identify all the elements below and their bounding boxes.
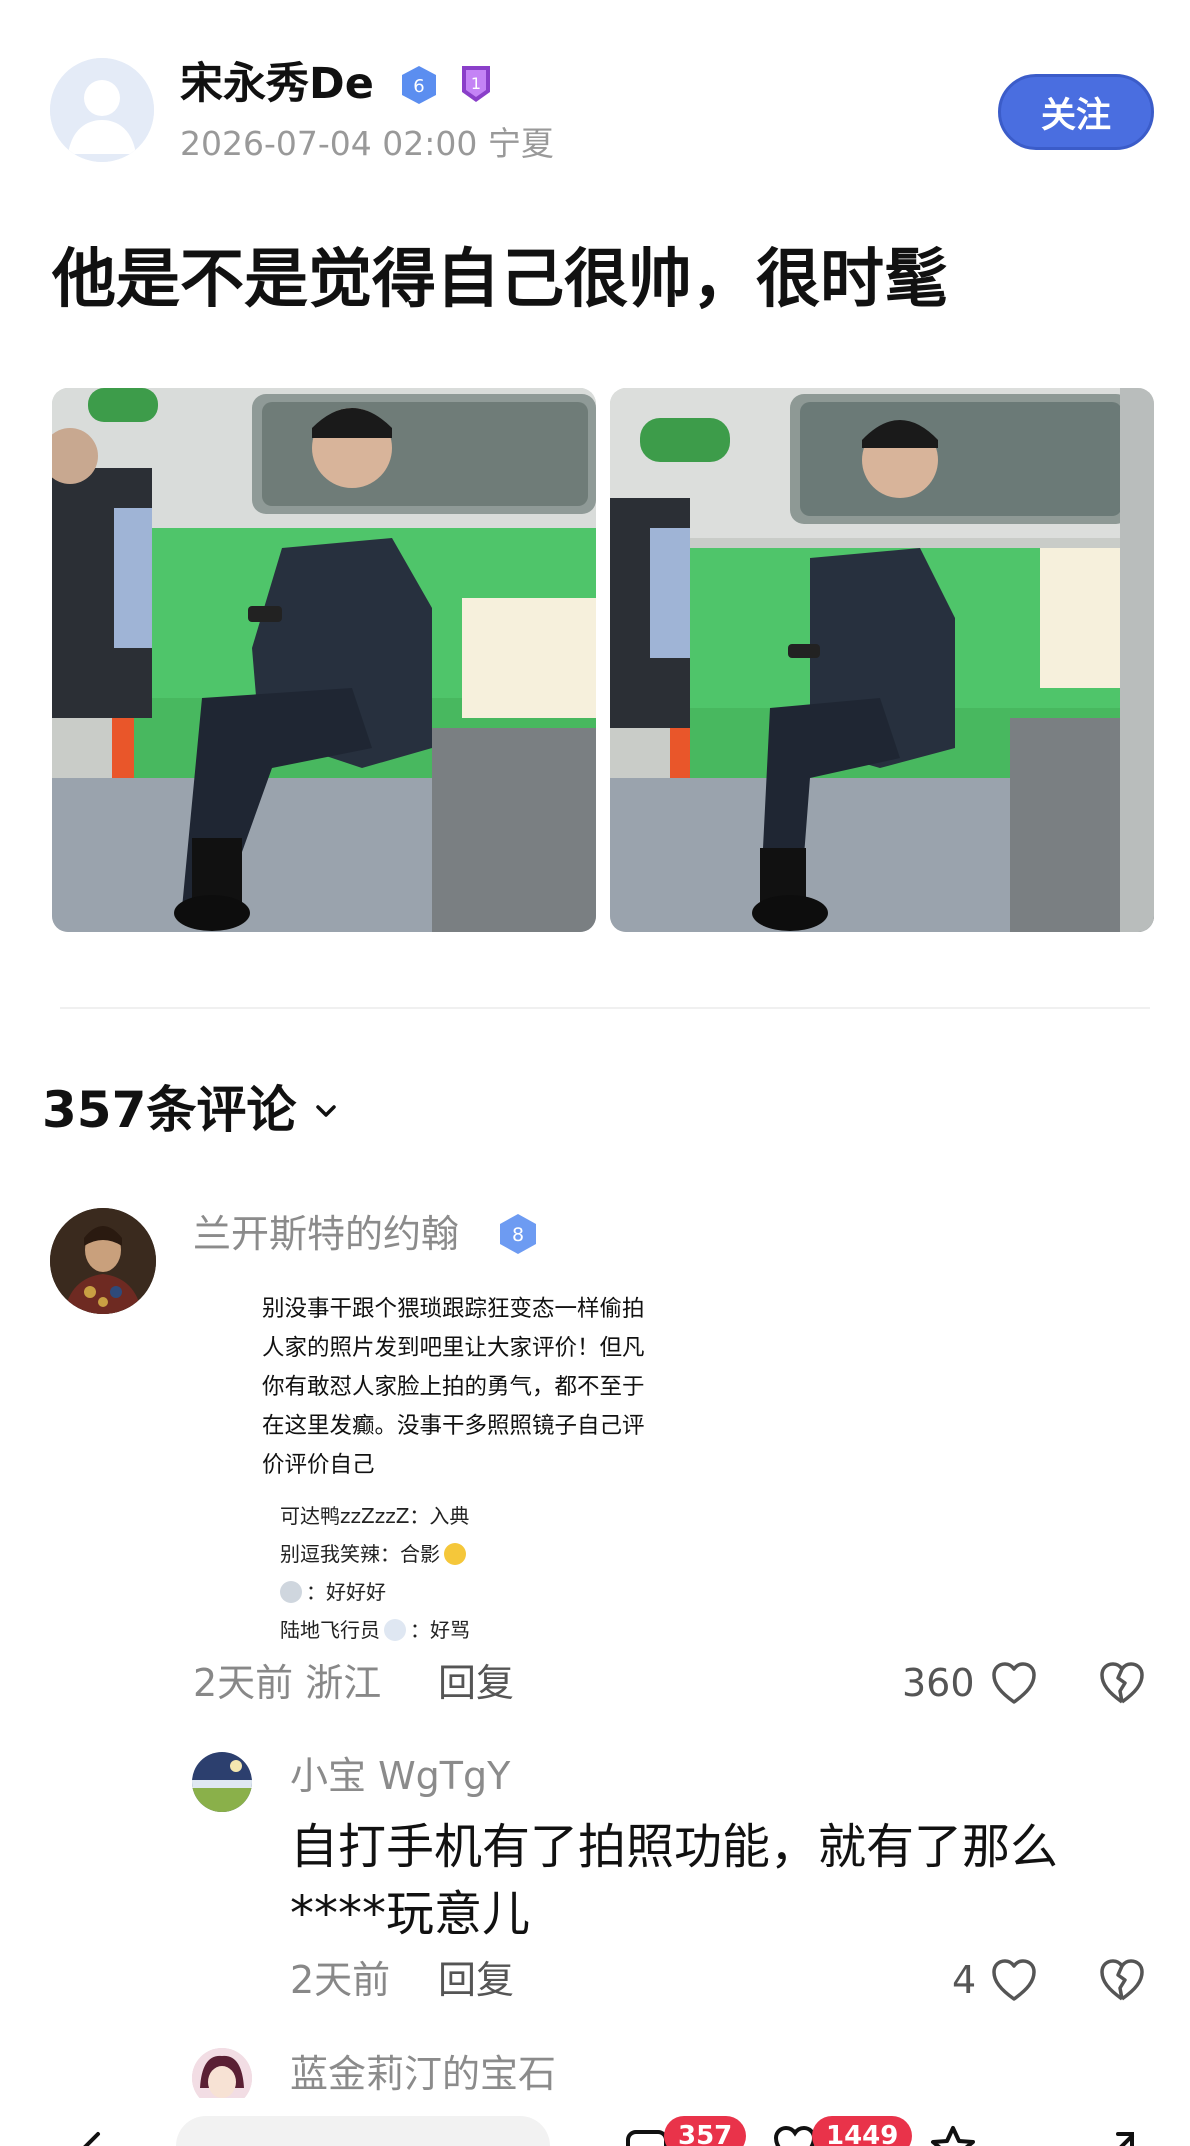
like-count: 360 [902,1661,975,1705]
broken-heart-icon[interactable] [1098,1957,1146,2003]
screenshot-reply: 陆地飞行员 ： 好骂 [280,1611,650,1649]
comment-time-location: 2天前 浙江 [193,1661,382,1705]
reply-button[interactable]: 回复 [438,1955,514,2005]
level-badge-icon: 8 [496,1212,540,1256]
level-badge-number: 6 [413,76,424,97]
commenter-avatar[interactable] [50,1208,156,1314]
commenter-name[interactable]: 小宝 WgTgY [290,1750,510,1802]
comment-screenshot-image[interactable]: 别没事干跟个猥琐跟踪狂变态一样偷拍人家的照片发到吧里让大家评价！但凡你有敢怼人家… [262,1290,650,1649]
like-count: 4 [952,1958,977,2002]
follow-button[interactable]: 关注 [998,74,1154,150]
comment-input[interactable] [176,2116,550,2146]
author-name[interactable]: 宋永秀De [180,58,374,110]
screenshot-reply-text: 好骂 [430,1618,470,1642]
broken-heart-icon[interactable] [1098,1660,1146,1706]
comments-count-badge: 357 [664,2116,747,2146]
commenter-name[interactable]: 兰开斯特的约翰 [193,1208,459,1260]
screenshot-reply-text: 好好好 [326,1580,386,1604]
heart-icon[interactable] [990,1957,1038,2003]
screenshot-text: 别没事干跟个猥琐跟踪狂变态一样偷拍人家的照片发到吧里让大家评价！但凡你有敢怼人家… [262,1296,645,1478]
comments-count-header[interactable]: 357条评论 [42,1078,296,1142]
user-emoji-icon [280,1581,302,1603]
screenshot-reply-user: 可达鸭zzZzzZ [280,1504,410,1528]
bottom-action-bar: 357 1449 [0,2098,1190,2146]
medal-badge-number: 1 [471,74,481,93]
commenter-avatar[interactable] [192,1752,252,1812]
default-avatar-icon [50,58,154,162]
screenshot-reply-text: 合影 [400,1542,440,1566]
screenshot-reply-sep: ： [410,1618,430,1642]
screenshot-reply-sep: ： [380,1542,400,1566]
section-divider [60,1007,1150,1009]
screenshot-reply-sep: ： [409,1504,430,1528]
cloud-emoji-icon [384,1619,406,1641]
screenshot-reply: ： 好好好 [280,1573,650,1611]
screenshot-replies: 可达鸭zzZzzZ ： 入典 别逗我笑辣 ： 合影 ： 好好好 陆地飞行员 ： … [262,1497,650,1649]
chevron-down-icon[interactable] [313,1098,339,1124]
screenshot-reply-sep: ： [306,1580,326,1604]
comment-text: 自打手机有了拍照功能，就有了那么****玩意儿 [290,1819,1059,1942]
back-arrow-icon[interactable] [72,2128,112,2146]
screenshot-reply-user: 陆地飞行员 [280,1618,380,1642]
medal-badge-icon: 1 [456,62,496,106]
heart-icon[interactable] [990,1660,1038,1706]
likes-count-badge: 1449 [812,2116,913,2146]
star-icon[interactable] [930,2124,976,2146]
screenshot-reply-user: 别逗我笑辣 [280,1542,380,1566]
level-badge-icon: 6 [398,64,440,106]
laughing-emoji-icon [444,1543,466,1565]
author-avatar[interactable] [50,58,154,162]
reply-button[interactable]: 回复 [438,1658,514,1708]
screenshot-reply-text: 入典 [429,1504,470,1528]
post-image-1[interactable] [52,388,596,932]
level-badge-number: 8 [512,1224,524,1246]
post-title: 他是不是觉得自己很帅，很时髦 [52,243,948,317]
share-icon[interactable] [1096,2124,1142,2146]
post-date-location: 2026-07-04 02:00 宁夏 [180,124,554,163]
comment-time: 2天前 [290,1958,391,2002]
post-image-2[interactable] [610,388,1154,932]
screenshot-reply: 可达鸭zzZzzZ ： 入典 [280,1497,650,1535]
commenter-name[interactable]: 蓝金莉汀的宝石 [290,2048,556,2100]
screenshot-reply: 别逗我笑辣 ： 合影 [280,1535,650,1573]
